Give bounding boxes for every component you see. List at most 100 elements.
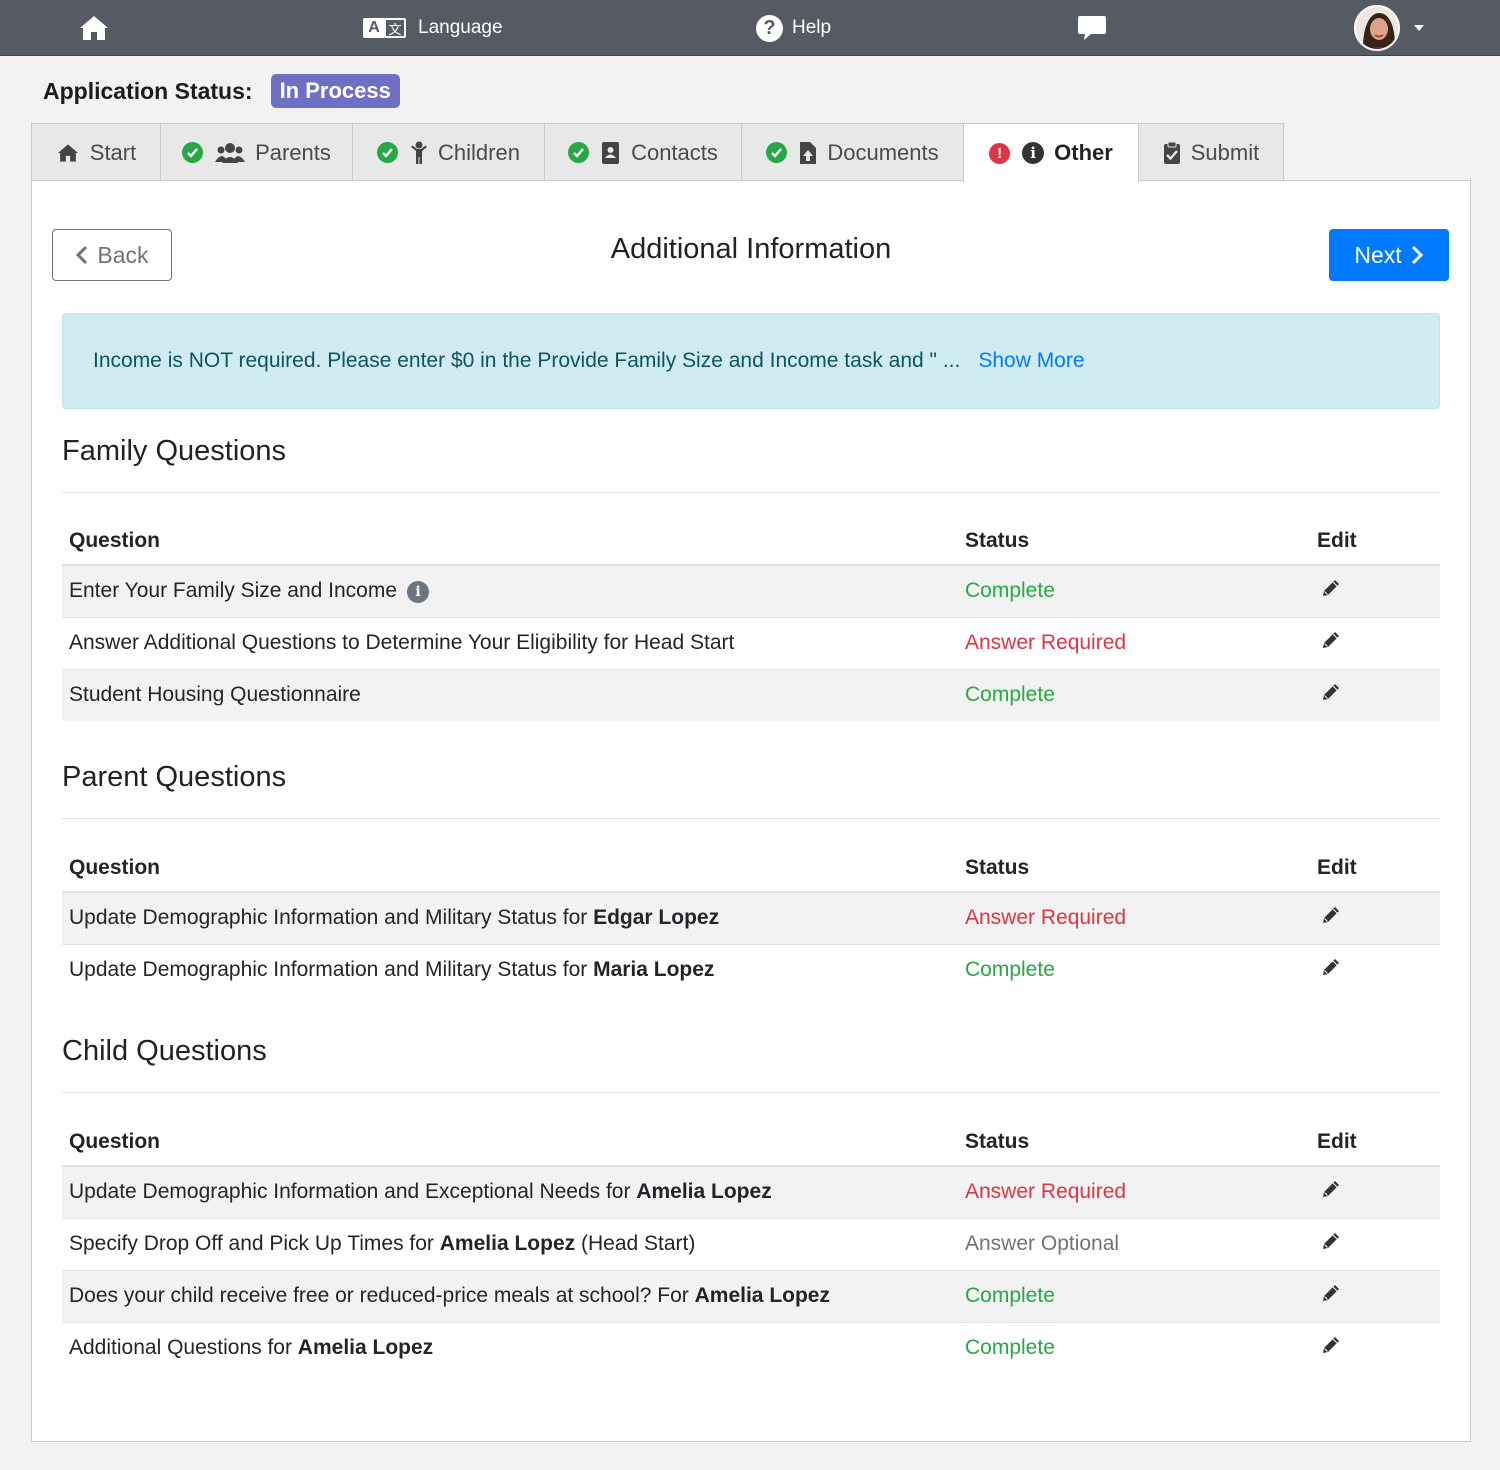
chevron-down-icon — [1414, 25, 1424, 31]
home-button[interactable] — [78, 0, 110, 56]
clipboard-check-icon — [1163, 141, 1181, 165]
users-icon — [215, 142, 246, 164]
table-row: Additional Questions for Amelia Lopez Co… — [62, 1321, 1440, 1374]
status-cell: Complete — [958, 668, 1310, 721]
child-questions-title: Child Questions — [62, 1035, 267, 1067]
info-alert: Income is NOT required. Please enter $0 … — [62, 313, 1440, 409]
parent-questions-table: Question Status Edit Update Demographic … — [62, 841, 1440, 996]
table-row: Update Demographic Information and Excep… — [62, 1165, 1440, 1218]
help-menu[interactable]: ? Help — [756, 0, 831, 56]
info-circle-icon[interactable]: i — [407, 580, 430, 603]
person-name: Edgar Lopez — [593, 906, 720, 930]
status-cell: Answer Required — [958, 1165, 1310, 1218]
info-circle-icon: i — [1022, 142, 1045, 164]
main-panel: Back Additional Information Next Income … — [31, 180, 1471, 1442]
messages-button[interactable] — [1077, 0, 1107, 56]
column-header-question: Question — [62, 1115, 958, 1167]
question-cell: Update Demographic Information and Excep… — [62, 1165, 958, 1218]
edit-button[interactable] — [1310, 1217, 1440, 1270]
home-icon — [80, 16, 108, 40]
table-row: Student Housing Questionnaire Complete — [62, 668, 1440, 721]
next-button[interactable]: Next — [1329, 229, 1449, 281]
edit-button[interactable] — [1310, 1269, 1440, 1322]
alert-text: Income is NOT required. Please enter $0 … — [93, 349, 961, 372]
question-cell: Answer Additional Questions to Determine… — [62, 616, 958, 669]
edit-button[interactable] — [1310, 564, 1440, 617]
divider — [62, 1092, 1440, 1093]
status-cell: Complete — [958, 943, 1310, 996]
pencil-icon — [1323, 907, 1339, 924]
table-row: Answer Additional Questions to Determine… — [62, 616, 1440, 669]
tab-children[interactable]: Children — [352, 123, 545, 181]
child-questions-table: Question Status Edit Update Demographic … — [62, 1115, 1440, 1374]
divider — [62, 818, 1440, 819]
column-header-status: Status — [958, 514, 1310, 566]
person-name: Amelia Lopez — [297, 1336, 434, 1360]
translate-icon: A 文 — [363, 18, 406, 38]
tab-parents[interactable]: Parents — [160, 123, 353, 181]
language-label: Language — [418, 17, 503, 38]
edit-button[interactable] — [1310, 1165, 1440, 1218]
question-cell: Update Demographic Information and Milit… — [62, 891, 958, 944]
address-book-icon — [601, 141, 621, 165]
column-header-edit: Edit — [1310, 841, 1440, 893]
comment-icon — [1078, 16, 1106, 40]
pencil-icon — [1323, 959, 1339, 976]
avatar — [1354, 5, 1400, 51]
status-cell: Answer Required — [958, 616, 1310, 669]
person-name: Maria Lopez — [593, 958, 715, 982]
status-cell: Complete — [958, 1321, 1310, 1374]
pencil-icon — [1323, 632, 1339, 648]
help-label: Help — [792, 17, 832, 38]
check-circle-icon — [377, 142, 399, 163]
chevron-right-icon — [1411, 245, 1423, 265]
tab-start[interactable]: Start — [31, 123, 161, 181]
question-cell: Additional Questions for Amelia Lopez — [62, 1321, 958, 1374]
tab-other[interactable]: ! i Other — [963, 123, 1139, 182]
edit-button[interactable] — [1310, 1321, 1440, 1374]
tab-submit[interactable]: Submit — [1138, 123, 1284, 181]
question-cell: Specify Drop Off and Pick Up Times for A… — [62, 1217, 958, 1270]
person-name: Amelia Lopez — [694, 1284, 830, 1307]
language-menu[interactable]: A 文 Language — [363, 0, 503, 56]
pencil-icon — [1323, 1285, 1339, 1301]
table-row: Update Demographic Information and Milit… — [62, 891, 1440, 944]
parent-questions-title: Parent Questions — [62, 761, 287, 793]
status-label: Application Status: — [43, 77, 253, 104]
check-circle-icon — [568, 142, 590, 163]
child-icon — [410, 141, 428, 165]
status-badge: In Process — [270, 74, 400, 108]
tab-contacts[interactable]: Contacts — [544, 123, 742, 181]
edit-button[interactable] — [1310, 668, 1440, 721]
person-name: Amelia Lopez — [439, 1232, 576, 1255]
divider — [62, 492, 1440, 493]
pencil-icon — [1323, 1337, 1339, 1354]
question-cell: Student Housing Questionnaire — [62, 668, 958, 721]
question-circle-icon: ? — [756, 14, 783, 42]
application-status: Application Status: In Process — [43, 74, 400, 108]
column-header-status: Status — [958, 1115, 1310, 1167]
question-cell: Enter Your Family Size and Income i — [62, 564, 958, 617]
edit-button[interactable] — [1310, 891, 1440, 944]
status-cell: Complete — [958, 1269, 1310, 1322]
edit-button[interactable] — [1310, 943, 1440, 996]
tab-documents[interactable]: Documents — [741, 123, 964, 181]
column-header-question: Question — [62, 514, 958, 566]
pencil-icon — [1323, 1181, 1339, 1198]
family-questions-table: Question Status Edit Enter Your Family S… — [62, 514, 1440, 721]
question-cell: Does your child receive free or reduced-… — [62, 1269, 958, 1322]
family-questions-title: Family Questions — [62, 435, 287, 467]
file-upload-icon — [799, 141, 817, 165]
column-header-edit: Edit — [1310, 514, 1440, 566]
table-row: Specify Drop Off and Pick Up Times for A… — [62, 1217, 1440, 1270]
edit-button[interactable] — [1310, 616, 1440, 669]
show-more-link[interactable]: Show More — [978, 349, 1084, 373]
exclamation-circle-icon: ! — [989, 142, 1011, 164]
status-cell: Answer Optional — [958, 1217, 1310, 1270]
pencil-icon — [1323, 580, 1339, 597]
question-cell: Update Demographic Information and Milit… — [62, 943, 958, 996]
status-cell: Complete — [958, 564, 1310, 617]
user-menu[interactable] — [1354, 0, 1424, 56]
column-header-question: Question — [62, 841, 958, 893]
column-header-edit: Edit — [1310, 1115, 1440, 1167]
